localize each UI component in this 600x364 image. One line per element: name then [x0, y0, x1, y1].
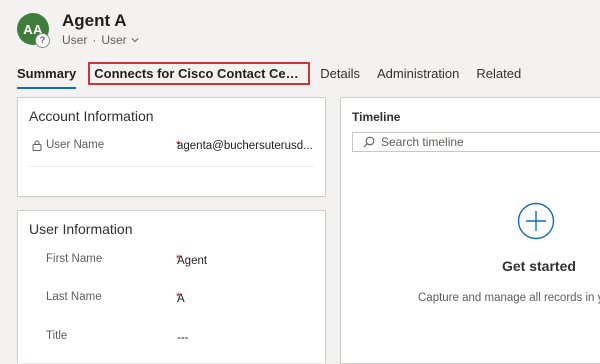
tab-summary[interactable]: Summary	[17, 63, 77, 89]
lock-icon	[32, 140, 42, 151]
user-information-section: User Information First Name * Agent Last…	[17, 210, 326, 363]
empty-state-heading: Get started	[502, 258, 576, 274]
form-selector[interactable]: User	[101, 33, 139, 47]
tab-administration[interactable]: Administration	[377, 63, 459, 84]
tab-connects-cisco[interactable]: Connects for Cisco Contact Center ...	[88, 62, 311, 85]
field-label-first-name: First Name	[46, 253, 103, 265]
timeline-title: Timeline	[352, 110, 401, 124]
form-name[interactable]: User	[101, 33, 126, 47]
form-tabs: Summary Connects for Cisco Contact Cente…	[17, 62, 538, 89]
record-title: Agent A	[62, 11, 127, 30]
tab-details[interactable]: Details	[320, 63, 360, 84]
record-subtitle: User · User	[62, 33, 139, 47]
presence-unknown-icon: ?	[35, 33, 50, 48]
field-label-text: User Name	[46, 139, 105, 151]
chevron-down-icon[interactable]	[131, 36, 139, 44]
empty-state-description: Capture and manage all records in yo	[418, 292, 600, 304]
add-plus-circle-icon[interactable]	[517, 202, 555, 240]
user-name-value[interactable]: agenta@buchersuterusd...	[177, 140, 313, 152]
search-placeholder[interactable]: Search timeline	[381, 135, 464, 149]
timeline-search-input[interactable]: Search timeline	[352, 132, 600, 152]
divider	[29, 166, 314, 167]
account-information-section: Account Information User Name * agenta@b…	[17, 97, 326, 197]
title-field[interactable]: ---	[177, 332, 189, 344]
tab-related[interactable]: Related	[476, 63, 521, 84]
field-label-last-name: Last Name	[46, 291, 102, 303]
first-name-field[interactable]: Agent	[177, 255, 207, 267]
section-title: User Information	[29, 221, 133, 237]
field-label-title: Title	[46, 330, 68, 342]
last-name-field[interactable]: A	[177, 293, 185, 305]
entity-name: User	[62, 33, 88, 47]
separator-dot: ·	[92, 33, 97, 47]
timeline-section: Timeline Search timeline Get started Cap…	[340, 97, 600, 364]
search-icon	[363, 136, 375, 148]
field-label-user-name: User Name	[32, 139, 104, 151]
section-title: Account Information	[29, 108, 154, 124]
